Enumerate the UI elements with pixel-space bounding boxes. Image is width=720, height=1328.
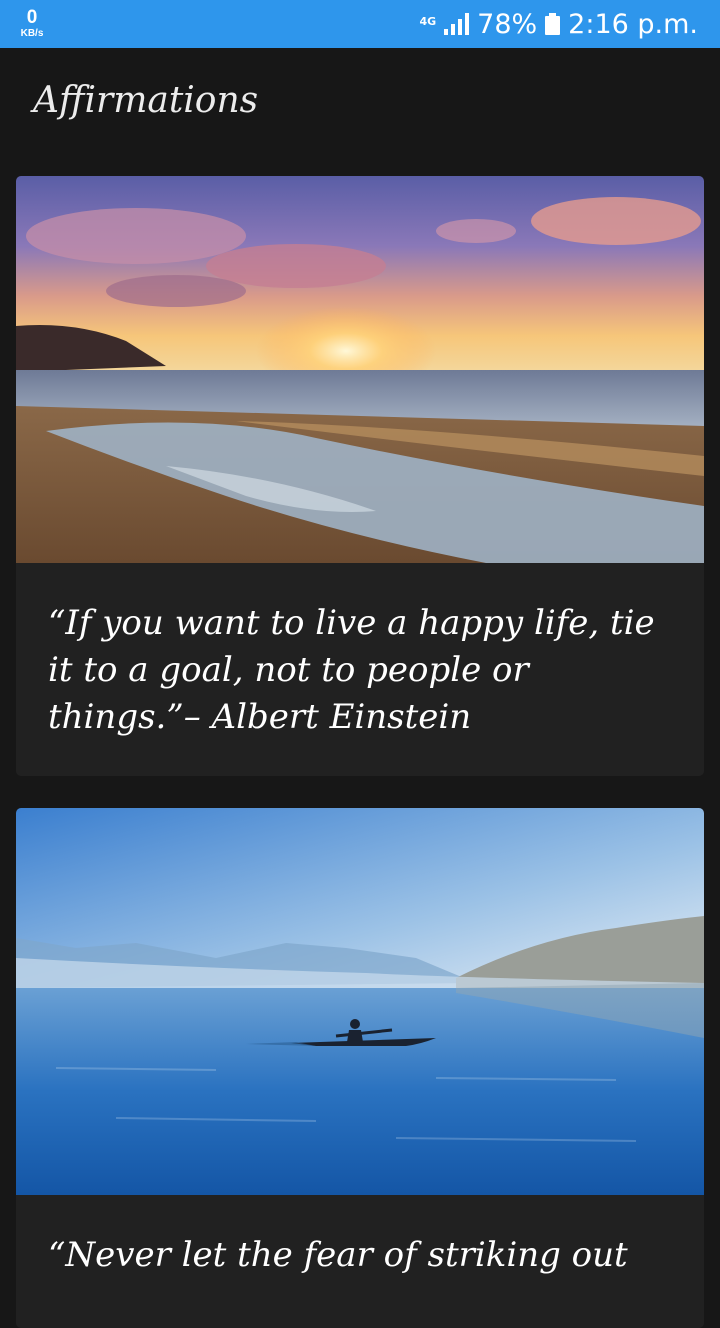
network-speed-value: 0 [26, 7, 38, 28]
clock: 2:16 p.m. [568, 8, 698, 40]
status-indicators: 4G 78% 2:16 p.m. [419, 6, 698, 42]
affirmation-card[interactable]: “Never let the fear of striking out [16, 808, 704, 1328]
battery-percent: 78% [477, 8, 538, 40]
lake-kayak-image [16, 808, 704, 1195]
affirmation-quote: “If you want to live a happy life, tie i… [48, 603, 655, 737]
signal-icon [444, 13, 470, 35]
affirmation-quote: “Never let the fear of striking out [48, 1235, 628, 1275]
network-speed: 0 KB/s [16, 7, 48, 40]
affirmation-card[interactable]: “If you want to live a happy life, tie i… [16, 176, 704, 776]
sunset-beach-image [16, 176, 704, 563]
network-type: 4G [419, 15, 437, 28]
status-bar: 0 KB/s 4G 78% 2:16 p.m. [0, 0, 720, 48]
app-title: Affirmations [33, 80, 259, 121]
network-speed-unit: KB/s [20, 28, 44, 39]
battery-icon [545, 13, 561, 35]
